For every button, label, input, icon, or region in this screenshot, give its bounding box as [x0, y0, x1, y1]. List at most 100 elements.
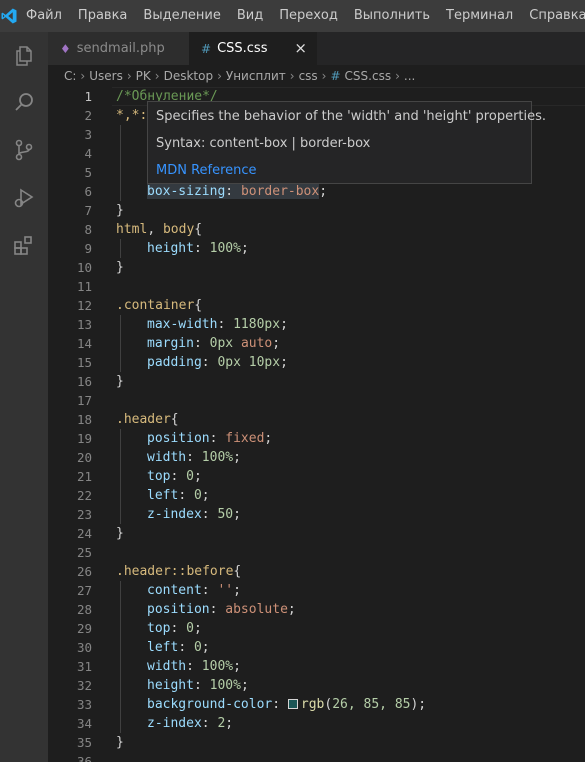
color-swatch[interactable] — [287, 699, 298, 709]
code-line-30[interactable]: left: 0; — [116, 638, 585, 657]
chevron-right-icon: › — [289, 69, 295, 83]
property: height — [147, 678, 194, 693]
explorer-icon[interactable] — [0, 32, 48, 80]
code-line-18[interactable]: .header{ — [116, 410, 585, 429]
code-line-28[interactable]: position: absolute; — [116, 600, 585, 619]
line-number: 20 — [76, 450, 92, 465]
code-line-29[interactable]: top: 0; — [116, 619, 585, 638]
line-number: 10 — [76, 260, 92, 275]
search-icon[interactable] — [0, 78, 48, 126]
code-line-10[interactable]: } — [116, 258, 585, 277]
code-area[interactable]: /*Обнуление*/ *,*: box-sizing: border-bo… — [116, 87, 585, 762]
menu-edit[interactable]: Правка — [70, 0, 135, 32]
code-line-12[interactable]: .container{ — [116, 296, 585, 315]
code-line-6[interactable]: box-sizing: border-box; — [116, 182, 585, 201]
line-number: 34 — [76, 716, 92, 731]
property: width — [147, 450, 187, 465]
selector: .header — [116, 412, 171, 427]
property: top — [147, 469, 171, 484]
selector: .header::before — [116, 564, 234, 579]
chevron-right-icon: › — [395, 69, 400, 83]
close-icon[interactable]: × — [294, 39, 307, 57]
code-line-15[interactable]: padding: 0px 10px; — [116, 353, 585, 372]
mdn-reference-link[interactable]: MDN Reference — [156, 163, 257, 178]
chevron-right-icon: › — [217, 69, 222, 83]
line-number: 27 — [76, 583, 92, 598]
menu-file[interactable]: Файл — [18, 0, 70, 32]
code-line-13[interactable]: max-width: 1180px; — [116, 315, 585, 334]
run-debug-icon[interactable] — [0, 174, 48, 222]
property: z-index — [147, 507, 202, 522]
code-line-26[interactable]: .header::before{ — [116, 562, 585, 581]
property: left — [147, 488, 179, 503]
code-line-22[interactable]: left: 0; — [116, 486, 585, 505]
code-line-34[interactable]: z-index: 2; — [116, 714, 585, 733]
tab-sendmail-php[interactable]: ♦ sendmail.php — [48, 32, 189, 65]
breadcrumb-users[interactable]: Users — [89, 69, 123, 83]
code-line-25[interactable] — [116, 543, 585, 562]
value: 50 — [217, 507, 234, 522]
code-editor[interactable]: 1 2 3 4 5 6 7 8 9 10 11 12 13 14 15 16 17 18 19 20 21 22 23 24 2… — [48, 87, 585, 762]
line-number: 24 — [76, 526, 92, 541]
extensions-icon[interactable] — [0, 222, 48, 270]
line-number: 18 — [76, 412, 92, 427]
breadcrumb-file[interactable]: CSS.css — [345, 69, 392, 83]
value: 0 — [186, 621, 194, 636]
breadcrumb-more[interactable]: ... — [404, 69, 415, 83]
line-number: 33 — [76, 697, 92, 712]
value: 10px — [248, 355, 281, 370]
function: rgb — [300, 697, 325, 712]
value: 0px — [217, 355, 241, 370]
code-line-31[interactable]: width: 100%; — [116, 657, 585, 676]
line-number: 3 — [84, 127, 92, 142]
chevron-right-icon: › — [126, 69, 132, 83]
hover-tooltip: Specifies the behavior of the 'width' an… — [147, 101, 546, 184]
code-line-24[interactable]: } — [116, 524, 585, 543]
value: 100% — [209, 678, 241, 693]
code-line-11[interactable] — [116, 277, 585, 296]
code-line-8[interactable]: html, body{ — [116, 220, 585, 239]
css-file-icon: # — [201, 41, 212, 56]
menu-help[interactable]: Справка — [521, 0, 585, 32]
menu-run[interactable]: Выполнить — [346, 0, 438, 32]
source-control-icon[interactable] — [0, 126, 48, 174]
line-number: 25 — [76, 545, 92, 560]
code-line-17[interactable] — [116, 391, 585, 410]
code-line-33[interactable]: background-color: rgb(26, 85, 85); — [116, 695, 585, 714]
menu-go[interactable]: Переход — [271, 0, 346, 32]
breadcrumb-pk[interactable]: PK — [136, 69, 151, 83]
code-line-7[interactable]: } — [116, 201, 585, 220]
code-line-21[interactable]: top: 0; — [116, 467, 585, 486]
line-number: 14 — [76, 336, 92, 351]
code-line-19[interactable]: position: fixed; — [116, 429, 585, 448]
line-number: 6 — [84, 184, 92, 199]
code-line-35[interactable]: } — [116, 733, 585, 752]
menu-view[interactable]: Вид — [229, 0, 271, 32]
property: background-color — [147, 697, 273, 712]
line-number: 9 — [84, 241, 92, 256]
vscode-logo-icon[interactable] — [0, 0, 18, 32]
menu-terminal[interactable]: Терминал — [438, 0, 521, 32]
value: 26, 85, 85 — [332, 697, 411, 712]
property: top — [147, 621, 171, 636]
line-number: 23 — [76, 507, 92, 522]
code-line-23[interactable]: z-index: 50; — [116, 505, 585, 524]
breadcrumb-drive[interactable]: C: — [64, 69, 76, 83]
code-line-20[interactable]: width: 100%; — [116, 448, 585, 467]
value: auto — [240, 336, 273, 351]
line-number: 4 — [84, 146, 92, 161]
selector: body — [162, 222, 195, 237]
property: box-sizing — [147, 184, 226, 199]
code-line-27[interactable]: content: ''; — [116, 581, 585, 600]
code-line-9[interactable]: height: 100%; — [116, 239, 585, 258]
code-line-36[interactable] — [116, 752, 585, 762]
tab-label: sendmail.php — [76, 41, 165, 56]
breadcrumb-desktop[interactable]: Desktop — [164, 69, 214, 83]
code-line-14[interactable]: margin: 0px auto; — [116, 334, 585, 353]
code-line-16[interactable]: } — [116, 372, 585, 391]
breadcrumb-unisplit[interactable]: Унисплит — [226, 69, 286, 83]
breadcrumb-css[interactable]: css — [299, 69, 318, 83]
tab-css-css[interactable]: # CSS.css × — [189, 32, 317, 65]
code-line-32[interactable]: height: 100%; — [116, 676, 585, 695]
menu-selection[interactable]: Выделение — [135, 0, 228, 32]
